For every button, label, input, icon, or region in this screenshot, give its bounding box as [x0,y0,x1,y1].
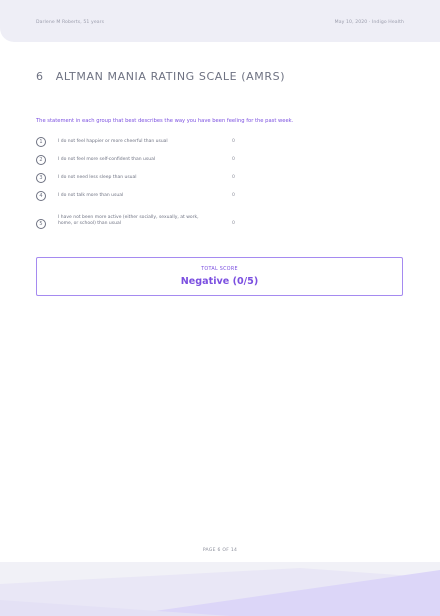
total-score-box: TOTAL SCORE Negative (0/5) [36,257,403,296]
report-page: Darlene M Roberts, 51 years May 10, 2020… [0,0,440,616]
section-heading: 6 ALTMAN MANIA RATING SCALE (AMRS) [36,70,285,83]
section-number: 6 [36,70,44,83]
total-score-value: Negative (0/5) [180,276,259,287]
question-text: I do not feel happier or more cheerful t… [58,138,168,144]
question-text: I have not been more active (either soci… [58,215,199,226]
question-score: 0 [232,220,235,226]
report-date-provider: May 10, 2020 · Indigo Health [334,20,404,25]
question-number-badge: 4 [36,191,46,201]
question-text: I do not talk more than usual [58,192,124,198]
question-score: 0 [232,156,235,162]
patient-info: Darlene M Roberts, 51 years [36,20,105,25]
question-number-badge: 2 [36,155,46,165]
question-text: I do not need less sleep than usual [58,174,137,180]
question-number-badge: 5 [36,219,46,229]
question-score: 0 [232,192,235,198]
scale-instruction: The statement in each group that best de… [36,118,294,124]
question-score: 0 [232,138,235,144]
question-number-badge: 3 [36,173,46,183]
total-score-label: TOTAL SCORE [201,267,238,272]
section-title: ALTMAN MANIA RATING SCALE (AMRS) [55,70,286,83]
question-score: 0 [232,174,235,180]
question-text: I do not feel more self-confident than u… [58,156,156,162]
page-number: PAGE 6 OF 14 [202,548,238,553]
page-header: Darlene M Roberts, 51 years May 10, 2020… [0,0,440,42]
footer-wave-decoration [0,562,440,616]
question-number-badge: 1 [36,137,46,147]
